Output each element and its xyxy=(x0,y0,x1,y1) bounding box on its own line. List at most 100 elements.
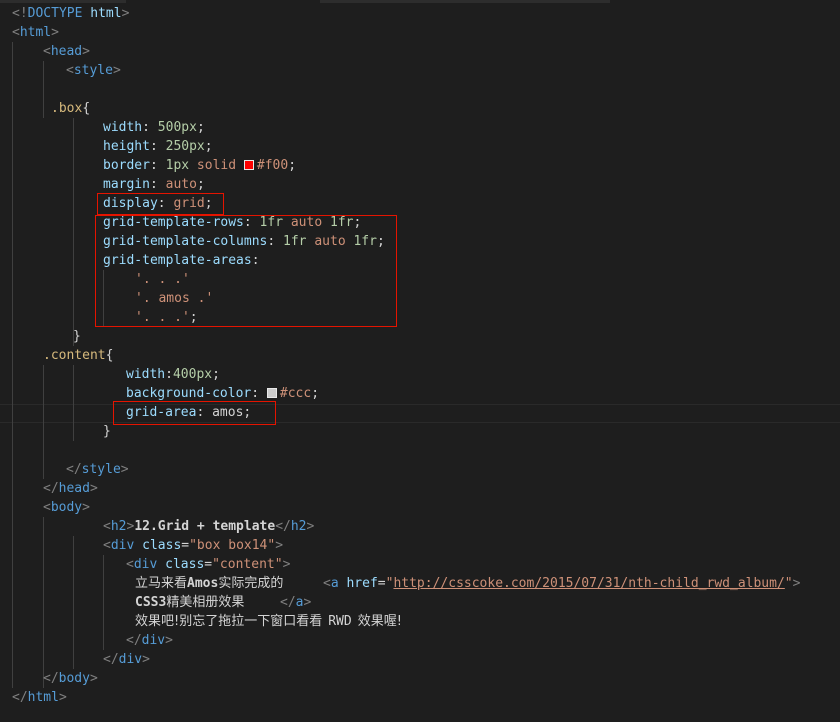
code-line-15[interactable]: '. . .' xyxy=(135,270,190,289)
tag-bracket: < xyxy=(12,25,20,40)
tag-bracket: > xyxy=(792,576,801,591)
css-value: 250px xyxy=(165,139,205,154)
tag-bracket: < xyxy=(43,44,51,59)
css-property: height xyxy=(103,139,150,154)
semicolon: ; xyxy=(311,386,320,401)
tag-name: head xyxy=(58,481,90,496)
colon: : xyxy=(243,215,260,230)
code-line-37[interactable]: </html> xyxy=(12,688,67,707)
code-line-4[interactable]: <style> xyxy=(66,61,121,80)
css-property: grid-template-rows xyxy=(103,215,244,230)
code-line-21[interactable]: background-color: #ccc; xyxy=(126,384,319,403)
tag-bracket: <! xyxy=(12,6,28,21)
code-line-26[interactable]: </head> xyxy=(43,479,98,498)
semicolon: ; xyxy=(189,310,198,325)
code-line-22[interactable]: grid-area: amos; xyxy=(126,403,251,422)
code-line-31-link[interactable]: <a href= "http://csscoke.com/2015/07/31/n… xyxy=(323,574,800,593)
open-brace: { xyxy=(105,348,114,363)
attribute-name: class xyxy=(134,538,182,553)
css-property: grid-area xyxy=(126,405,197,420)
code-line-3[interactable]: <head> xyxy=(43,42,90,61)
tag-name: h2 xyxy=(110,519,127,534)
close-brace: } xyxy=(73,329,81,344)
tab-edge-1 xyxy=(0,0,126,3)
tag-bracket: < xyxy=(66,63,74,78)
indent-guide xyxy=(73,365,74,441)
color-swatch-gray[interactable] xyxy=(266,388,277,398)
tag-bracket: </ xyxy=(12,690,28,705)
colon: : xyxy=(251,386,267,401)
code-line-16[interactable]: '. amos .' xyxy=(135,289,213,308)
css-value: auto xyxy=(283,215,330,230)
tag-name: h2 xyxy=(290,519,307,534)
code-line-19[interactable]: .content{ xyxy=(43,346,113,365)
code-line-8[interactable]: height: 250px; xyxy=(103,137,213,156)
body-text: CSS3 xyxy=(135,595,167,610)
code-line-6[interactable]: .box{ xyxy=(51,99,90,118)
code-line-29[interactable]: <div class="box box14"> xyxy=(103,536,283,555)
colon: : xyxy=(149,158,166,173)
colon: : xyxy=(251,253,260,268)
tag-name: a xyxy=(330,576,339,591)
code-line-13[interactable]: grid-template-columns: 1fr auto 1fr; xyxy=(103,232,385,251)
code-line-2[interactable]: <html> xyxy=(12,23,59,42)
code-line-14[interactable]: grid-template-areas: xyxy=(103,251,260,270)
heading-text: 12.Grid + template xyxy=(134,519,276,534)
colon: : xyxy=(149,139,166,154)
tag-bracket: > xyxy=(165,633,173,648)
code-line-36[interactable]: </body> xyxy=(43,669,98,688)
attribute-name: href xyxy=(338,576,378,591)
indent-guide xyxy=(73,118,74,346)
code-line-34[interactable]: </div> xyxy=(126,631,173,650)
css-property: display xyxy=(103,196,158,211)
tag-name: div xyxy=(133,557,158,572)
body-text: 效果吧!别忘了拖拉一下窗口看看 xyxy=(135,614,323,629)
code-line-18[interactable]: } xyxy=(73,327,81,346)
code-editor[interactable]: <!DOCTYPE html> <html> <head> <style> .b… xyxy=(0,0,840,722)
code-line-17[interactable]: '. . .'; xyxy=(135,308,198,327)
quote: " xyxy=(784,576,793,591)
css-value: auto xyxy=(165,177,197,192)
css-property: grid-template-columns xyxy=(103,234,268,249)
close-brace: } xyxy=(103,424,111,439)
code-line-9[interactable]: border: 1px solid #f00; xyxy=(103,156,296,175)
color-swatch-red[interactable] xyxy=(243,160,254,170)
code-line-32[interactable]: CSS3精美相册效果 xyxy=(135,593,244,612)
code-line-25[interactable]: </style> xyxy=(66,460,129,479)
code-line-23[interactable]: } xyxy=(103,422,111,441)
tag-bracket: > xyxy=(89,481,98,496)
code-line-32-close[interactable]: </a> xyxy=(280,593,311,612)
semicolon: ; xyxy=(196,177,205,192)
code-line-7[interactable]: width: 500px; xyxy=(103,118,205,137)
tag-bracket: </ xyxy=(43,671,59,686)
css-value: 400px xyxy=(172,367,213,382)
css-property: margin xyxy=(103,177,150,192)
attribute-value: "box box14" xyxy=(189,538,276,553)
tab-strip-edge xyxy=(0,0,840,3)
tag-bracket: < xyxy=(103,538,111,553)
css-property: width xyxy=(126,367,166,382)
href-link[interactable]: http://csscoke.com/2015/07/31/nth-child_… xyxy=(393,576,784,591)
css-value: 1fr xyxy=(353,234,377,249)
code-line-1[interactable]: <!DOCTYPE html> xyxy=(12,4,129,23)
code-line-28[interactable]: <h2>12.Grid + template</h2> xyxy=(103,517,314,536)
tag-bracket: </ xyxy=(66,462,82,477)
code-line-12[interactable]: grid-template-rows: 1fr auto 1fr; xyxy=(103,213,361,232)
code-line-27[interactable]: <body> xyxy=(43,498,90,517)
code-line-10[interactable]: margin: auto; xyxy=(103,175,205,194)
colon: : xyxy=(267,234,284,249)
code-line-35[interactable]: </div> xyxy=(103,650,150,669)
tag-name: html xyxy=(19,25,52,40)
tag-bracket: > xyxy=(121,6,130,21)
code-line-30[interactable]: <div class="content"> xyxy=(126,555,290,574)
code-line-31[interactable]: 立马来看Amos实际完成的 xyxy=(135,574,283,593)
code-line-20[interactable]: width:400px; xyxy=(126,365,220,384)
tag-bracket: > xyxy=(142,652,150,667)
tag-name: body xyxy=(58,671,90,686)
css-color-value: #f00 xyxy=(256,158,289,173)
code-line-11[interactable]: display: grid; xyxy=(103,194,213,213)
code-line-33[interactable]: 效果吧!别忘了拖拉一下窗口看看 RWD 效果喔! xyxy=(135,612,402,631)
tag-bracket: > xyxy=(303,595,312,610)
tag-name: head xyxy=(50,44,83,59)
tag-bracket: > xyxy=(51,25,59,40)
